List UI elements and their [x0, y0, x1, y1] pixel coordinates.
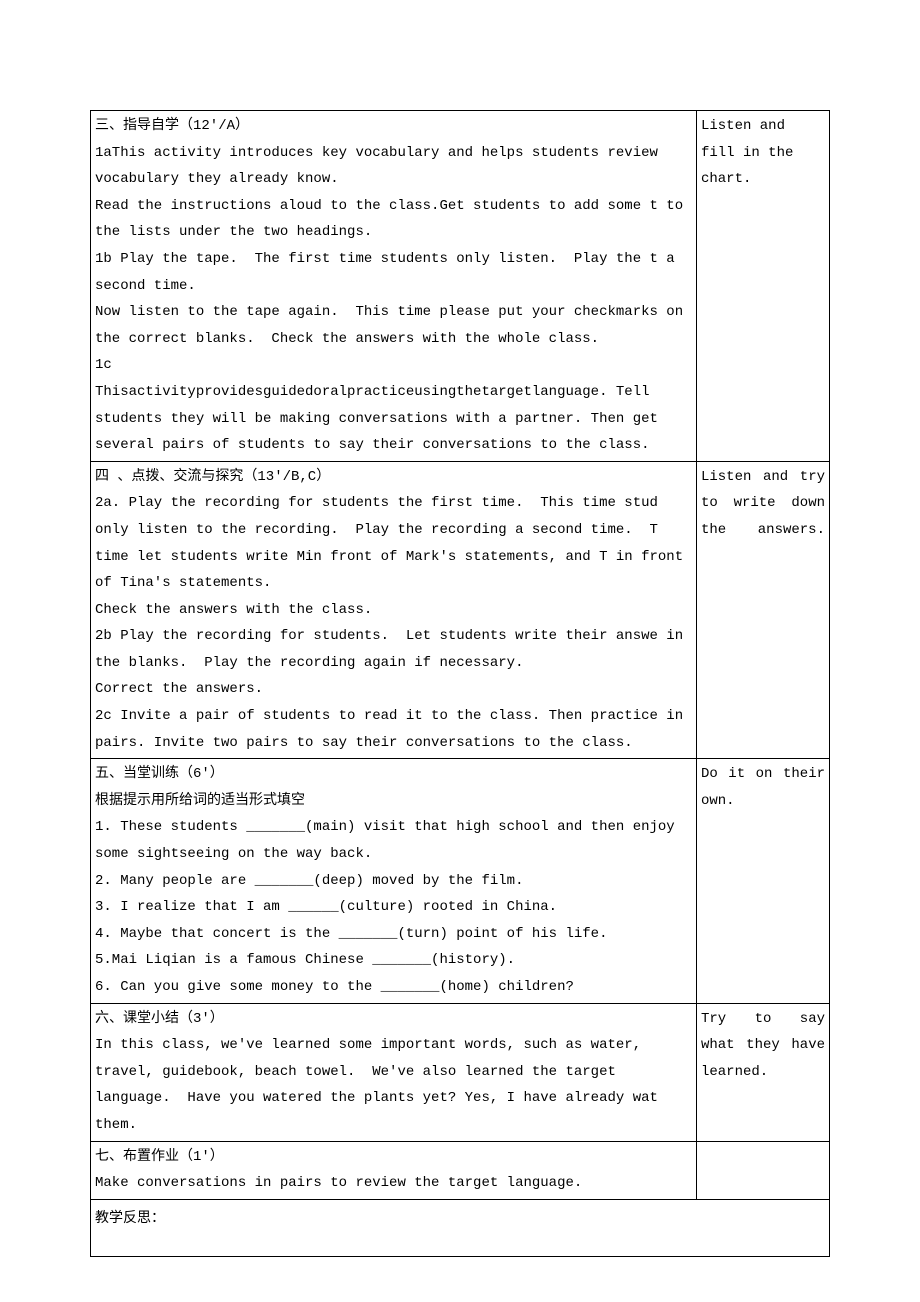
lesson-plan-table: 三、指导自学（12′/A） 1aThis activity introduces…: [90, 110, 830, 1200]
main-content-cell: 三、指导自学（12′/A） 1aThis activity introduces…: [91, 111, 697, 462]
reflection-label: 教学反思：: [95, 1211, 165, 1227]
table-row: 四 、点拨、交流与探究（13′/B,C） 2a. Play the record…: [91, 461, 830, 759]
side-note-cell: [696, 1141, 829, 1199]
side-note-cell: Listen and try to write down the answers…: [696, 461, 829, 759]
main-content-cell: 五、当堂训练（6′） 根据提示用所给词的适当形式填空 1. These stud…: [91, 759, 697, 1003]
table-row: 三、指导自学（12′/A） 1aThis activity introduces…: [91, 111, 830, 462]
table-row: 七、布置作业（1′） Make conversations in pairs t…: [91, 1141, 830, 1199]
teaching-reflection: 教学反思：: [90, 1200, 830, 1258]
main-content-cell: 六、课堂小结（3′） In this class, we've learned …: [91, 1003, 697, 1141]
side-note-cell: Try to say what they have learned.: [696, 1003, 829, 1141]
side-note-cell: Listen and fill in the chart.: [696, 111, 829, 462]
table-row: 五、当堂训练（6′） 根据提示用所给词的适当形式填空 1. These stud…: [91, 759, 830, 1003]
side-note-cell: Do it on their own.: [696, 759, 829, 1003]
main-content-cell: 七、布置作业（1′） Make conversations in pairs t…: [91, 1141, 697, 1199]
main-content-cell: 四 、点拨、交流与探究（13′/B,C） 2a. Play the record…: [91, 461, 697, 759]
table-row: 六、课堂小结（3′） In this class, we've learned …: [91, 1003, 830, 1141]
